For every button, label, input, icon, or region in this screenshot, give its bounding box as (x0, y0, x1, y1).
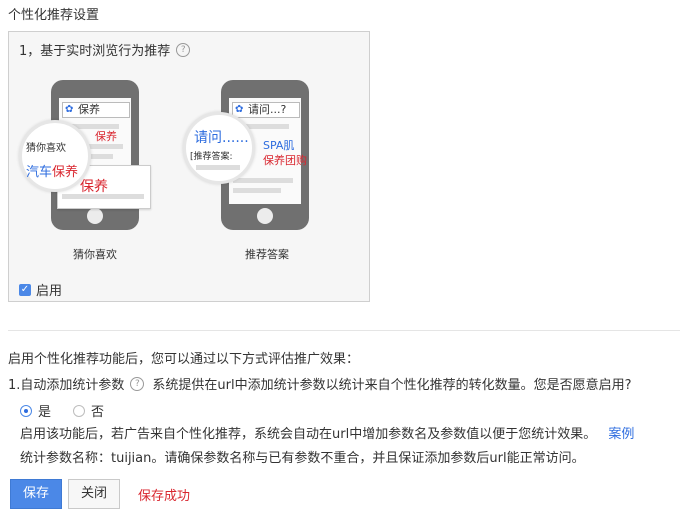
lens-text-blue: 汽车 (26, 165, 53, 180)
paw-icon: ✿ (235, 104, 244, 115)
recommend-panel: 1，基于实时浏览行为推荐 ? ✿ 保养 保养 保养 猜你喜欢 汽车保养 猜你喜欢 (8, 31, 370, 302)
lens-text-red: 保养 (52, 165, 79, 180)
save-status: 保存成功 (138, 489, 191, 504)
radio-no[interactable] (73, 404, 86, 417)
close-button[interactable]: 关闭 (68, 479, 120, 509)
page-title: 个性化推荐设置 (8, 8, 100, 23)
caption-left: 猜你喜欢 (73, 248, 117, 261)
lens-label: [推荐答案: (190, 152, 233, 162)
note-text: 启用该功能后，若广告来自个性化推荐，系统会自动在url中增加参数名及参数值以便于… (20, 427, 597, 442)
lens-text: 请问...... (194, 130, 249, 146)
phone-home-button (257, 208, 273, 224)
peek-line-2: 保养团购 (263, 154, 307, 167)
section-heading: 1，基于实时浏览行为推荐 ? (19, 40, 191, 59)
stat-param-row: 1.自动添加统计参数 ? 系统提供在url中添加统计参数以统计来自个性化推荐的转… (8, 374, 632, 393)
phone-search-bar: ✿ 保养 (62, 102, 130, 118)
radio-yes[interactable] (20, 404, 32, 417)
peek-line-1: SPA肌 (263, 139, 295, 152)
radio-yes-label[interactable]: 是 (38, 401, 51, 420)
lens-title: 猜你喜欢 (26, 143, 66, 154)
enable-checkbox[interactable]: ✓ (19, 283, 31, 296)
section-heading-text: 1，基于实时浏览行为推荐 (19, 44, 171, 59)
radio-group: 是 否 (20, 401, 104, 420)
stat-param-label: 1.自动添加统计参数 (8, 378, 125, 393)
intro-text: 启用个性化推荐功能后，您可以通过以下方式评估推广效果： (8, 352, 360, 367)
lens-text: 汽车保养 (26, 161, 78, 180)
save-button[interactable]: 保存 (10, 479, 62, 509)
popup-text: 保养 (80, 179, 108, 195)
stat-param-desc: 系统提供在url中添加统计参数以统计来自个性化推荐的转化数量。您是否愿意启用? (152, 378, 632, 393)
enable-label: 启用 (36, 284, 63, 299)
enable-checkbox-row[interactable]: ✓ 启用 (19, 280, 62, 299)
note-line-1: 启用该功能后，若广告来自个性化推荐，系统会自动在url中增加参数名及参数值以便于… (20, 423, 634, 442)
peek-text: 保养 (95, 130, 117, 143)
caption-right: 推荐答案 (245, 248, 289, 261)
peek-answer: SPA肌 保养团购 (263, 138, 307, 168)
help-icon[interactable]: ? (176, 42, 191, 57)
magnifier-lens-right: 请问...... [推荐答案: (183, 112, 255, 184)
magnifier-lens-left: 猜你喜欢 汽车保养 (19, 120, 91, 192)
phone-home-button (87, 208, 103, 224)
phone-search-text: 请问...? (248, 103, 287, 116)
divider (8, 330, 680, 331)
paw-icon: ✿ (65, 104, 74, 115)
help-icon[interactable]: ? (130, 376, 145, 391)
note-line-2: 统计参数名称：tuijian。请确保参数名称与已有参数不重合，并且保证添加参数后… (20, 451, 585, 466)
example-link[interactable]: 案例 (608, 427, 634, 442)
phone-search-bar: ✿ 请问...? (232, 102, 300, 118)
phone-search-text: 保养 (78, 103, 100, 116)
radio-no-label[interactable]: 否 (91, 401, 104, 420)
